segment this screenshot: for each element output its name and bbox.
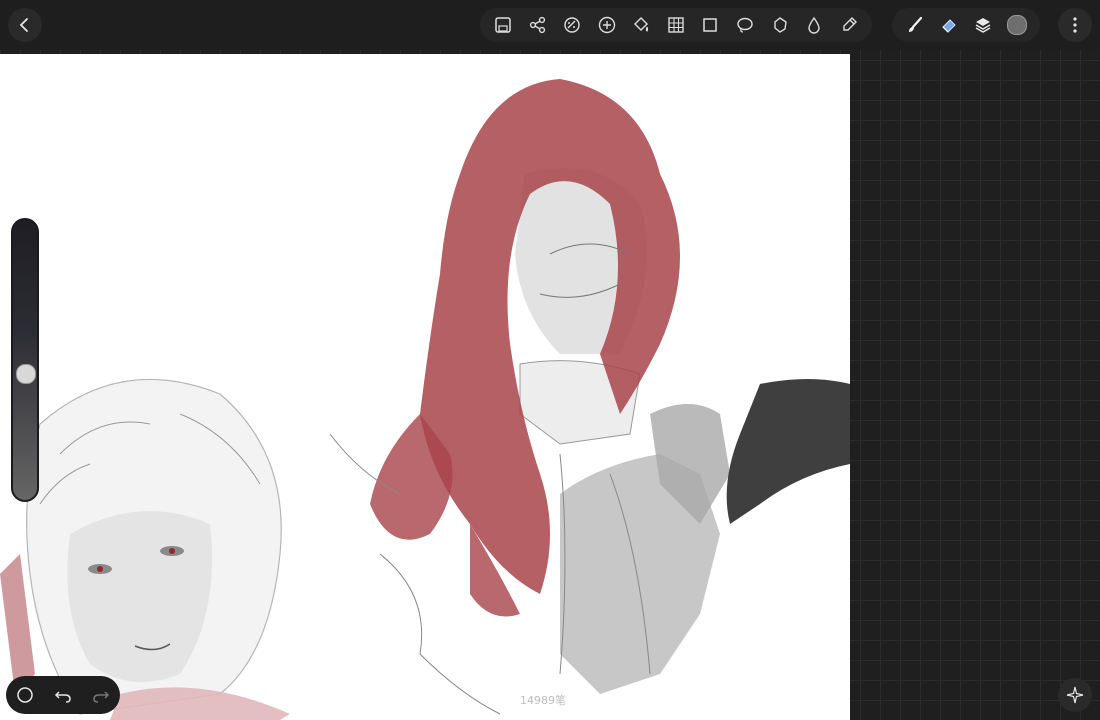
undo-button[interactable] [50, 682, 76, 708]
layers-button[interactable] [970, 12, 996, 38]
layers-icon [975, 18, 991, 33]
top-toolbar [0, 0, 1100, 50]
adjustments-button[interactable] [559, 12, 585, 38]
grid-icon [668, 17, 684, 33]
brush-icon [909, 16, 923, 32]
eraser-icon [942, 19, 956, 33]
fill-icon [634, 17, 649, 32]
save-icon [495, 17, 512, 33]
eyedropper-button[interactable] [836, 12, 862, 38]
eyedropper-icon [842, 17, 857, 31]
save-button[interactable] [490, 12, 516, 38]
undo-icon [54, 691, 71, 703]
shape-button[interactable] [767, 12, 793, 38]
redo-button[interactable] [88, 682, 114, 708]
shape-icon [773, 17, 787, 33]
eraser-button[interactable] [936, 12, 962, 38]
bottom-controls [6, 676, 120, 714]
transform-icon [703, 18, 718, 32]
color-button[interactable] [1004, 12, 1030, 38]
add-button[interactable] [594, 12, 620, 38]
add-icon [598, 16, 616, 34]
share-button[interactable] [525, 12, 551, 38]
brush-button[interactable] [902, 12, 928, 38]
more-button[interactable] [1058, 8, 1092, 42]
modifier-button[interactable] [12, 682, 38, 708]
redo-icon [93, 691, 110, 703]
grid-button[interactable] [663, 12, 689, 38]
smudge-icon [808, 16, 820, 34]
sparkle-icon [1066, 686, 1084, 704]
lasso-icon [737, 17, 753, 33]
transform-button[interactable] [697, 12, 723, 38]
chevron-left-icon [19, 18, 28, 32]
more-vertical-icon [1073, 17, 1077, 33]
left-figure-face [67, 511, 212, 682]
fill-button[interactable] [628, 12, 654, 38]
dark-shape [726, 379, 850, 524]
back-button[interactable] [8, 8, 42, 42]
fullscreen-button[interactable] [1058, 678, 1092, 712]
brush-size-slider[interactable] [11, 218, 39, 502]
adjustments-icon [564, 17, 581, 33]
artwork [0, 79, 850, 720]
stroke-count: 14989笔 [520, 694, 566, 707]
lasso-button[interactable] [732, 12, 758, 38]
brush-size-handle[interactable] [16, 363, 36, 384]
color-swatch [1007, 15, 1027, 35]
tool-pill [480, 8, 872, 42]
brush-pill [892, 8, 1040, 42]
smudge-button[interactable] [801, 12, 827, 38]
circle-icon [17, 687, 33, 703]
drawing-canvas[interactable] [0, 54, 850, 720]
share-icon [529, 16, 545, 34]
